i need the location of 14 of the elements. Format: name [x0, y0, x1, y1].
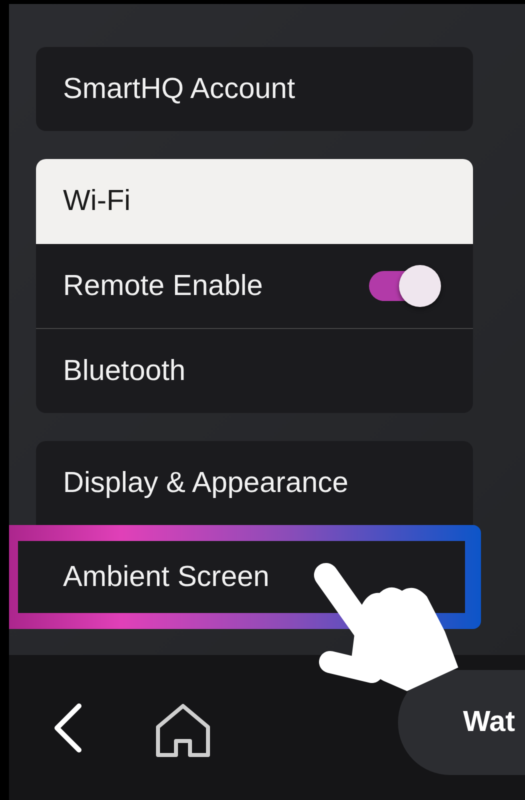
settings-item[interactable]: SmartHQ Account	[36, 47, 473, 131]
item-label: Ambient Screen	[63, 560, 270, 594]
settings-item[interactable]: Remote Enable	[36, 244, 473, 328]
settings-item[interactable]: Bluetooth	[36, 328, 473, 413]
home-icon[interactable]	[155, 702, 211, 758]
item-label: Wi-Fi	[63, 185, 131, 218]
item-label: Display & Appearance	[63, 466, 348, 500]
item-label: Remote Enable	[63, 270, 263, 302]
item-label: SmartHQ Account	[63, 72, 296, 106]
toggle-switch[interactable]	[369, 265, 441, 307]
settings-item[interactable]: Wi-Fi	[36, 159, 473, 244]
item-label: Bluetooth	[63, 354, 186, 388]
settings-item[interactable]: Display & Appearance	[36, 441, 473, 525]
action-button[interactable]: Wat	[398, 670, 525, 775]
